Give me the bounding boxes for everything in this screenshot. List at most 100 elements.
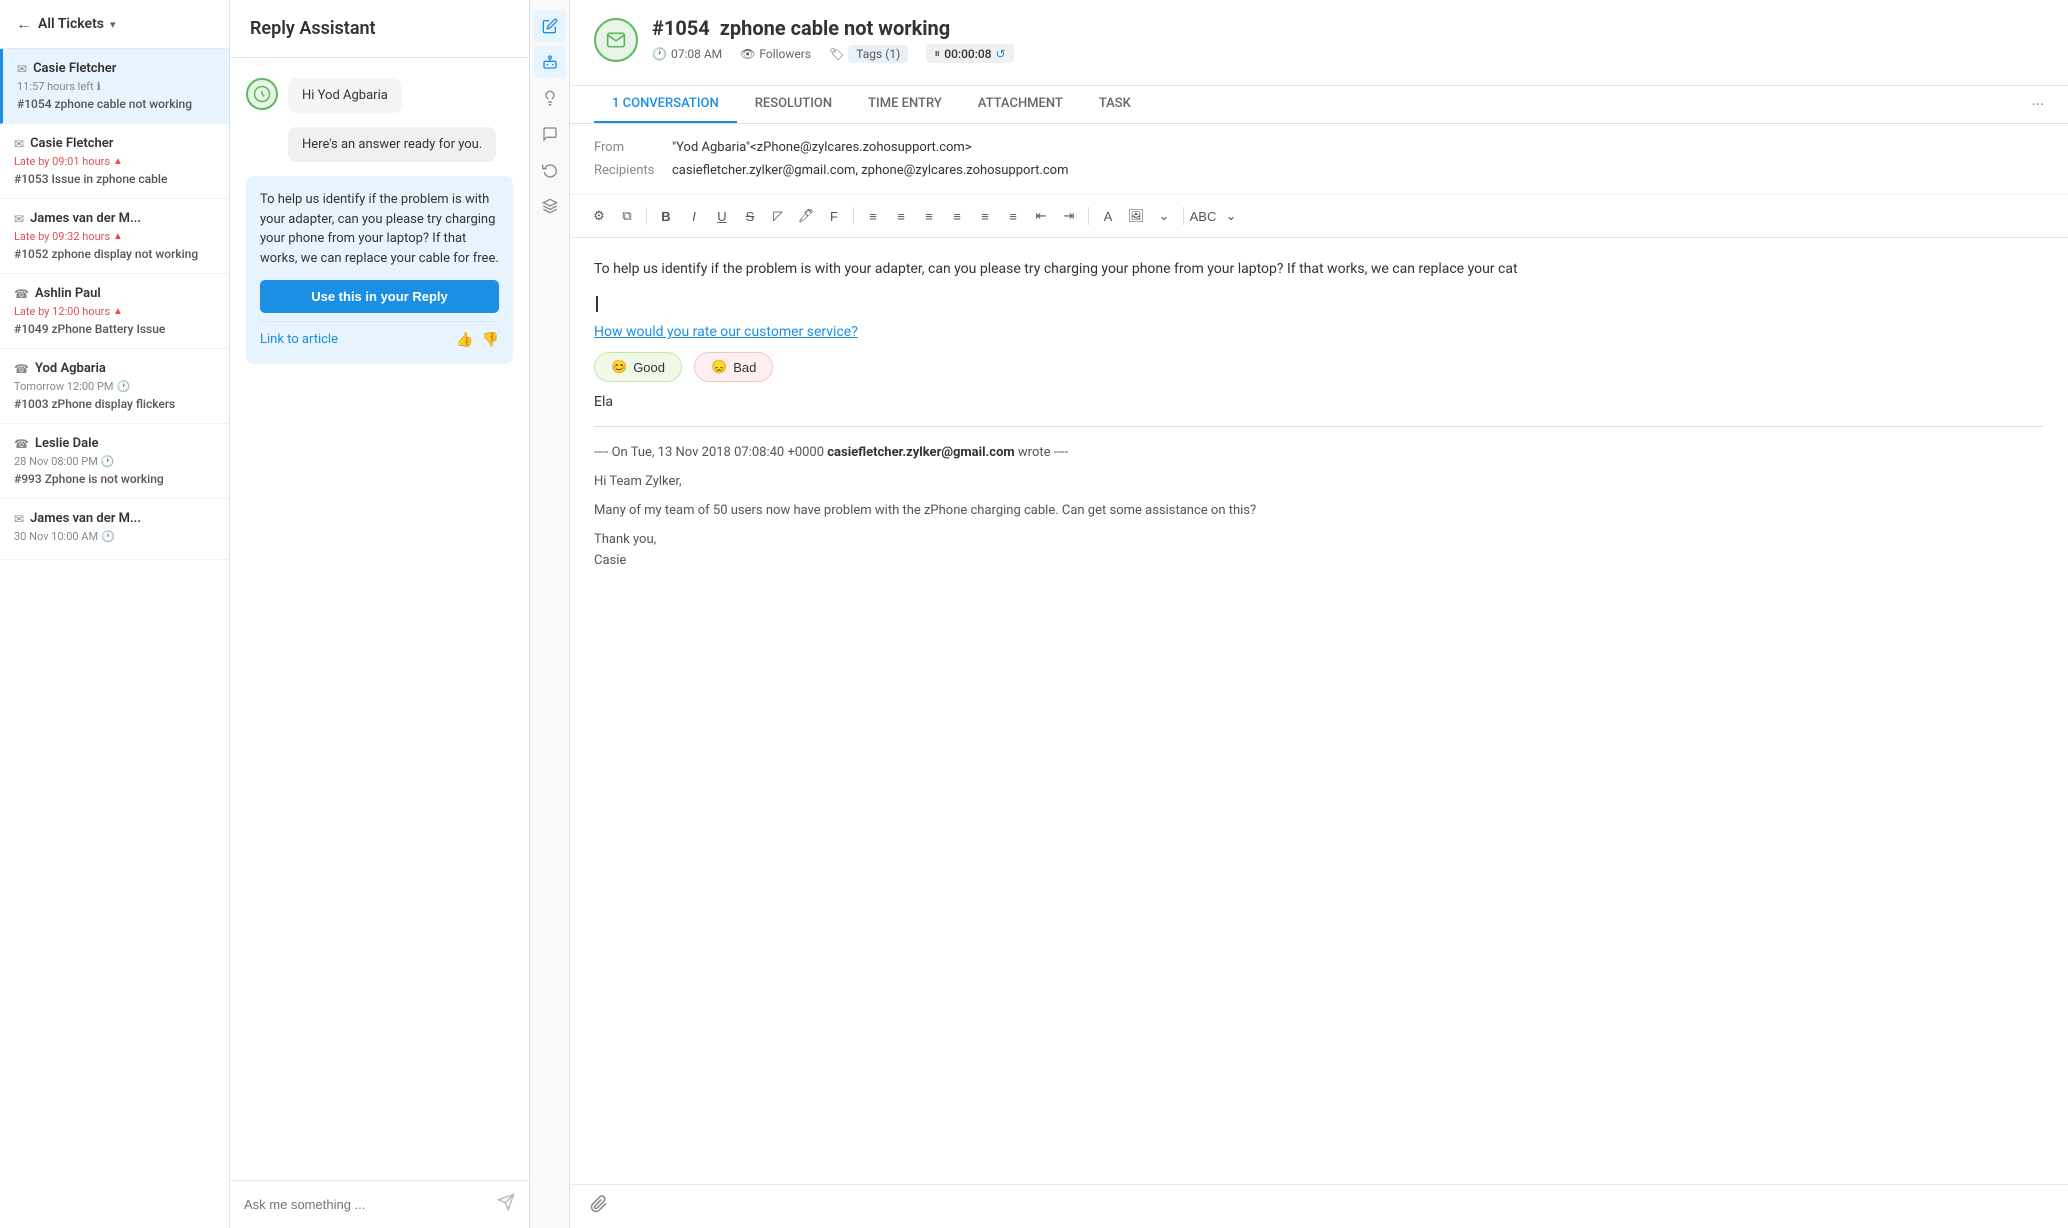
- history-icon-button[interactable]: [534, 154, 566, 186]
- toolbar-align-center-button[interactable]: ≡: [888, 203, 914, 229]
- lightbulb-icon-button[interactable]: [534, 82, 566, 114]
- ticket-subject: #1052 zphone display not working: [14, 247, 215, 261]
- tab-time-entry[interactable]: TIME ENTRY: [850, 86, 960, 123]
- edit-icon-button[interactable]: [534, 10, 566, 42]
- toolbar-underline-button[interactable]: U: [709, 203, 735, 229]
- from-value: "Yod Agbaria"<zPhone@zylcares.zohosuppor…: [672, 140, 972, 155]
- ticket-time: Tomorrow 12:00 PM 🕐: [14, 380, 215, 393]
- tab-task[interactable]: TASK: [1081, 86, 1149, 123]
- ticket-meta-row: 🕐 07:08 AM 👁 Followers 🏷 Tags (1) ⏸ 00:0…: [652, 44, 2044, 63]
- ticket-item[interactable]: ✉ James van der M... 30 Nov 10:00 AM 🕐: [0, 499, 229, 560]
- toolbar-align-left-button[interactable]: ≡: [860, 203, 886, 229]
- thumbs-up-button[interactable]: 👍: [456, 331, 473, 348]
- satisfaction-link[interactable]: How would you rate our customer service?: [594, 324, 858, 340]
- ticket-header-top: #1054 zphone cable not working 🕐 07:08 A…: [594, 16, 2044, 63]
- toolbar-spellcheck-button[interactable]: ABC: [1190, 203, 1216, 229]
- followers-icon: 👁: [740, 47, 755, 61]
- good-button[interactable]: 😊 Good: [594, 352, 682, 382]
- toolbar-color-button[interactable]: 🖊: [793, 203, 819, 229]
- tab-attachment[interactable]: ATTACHMENT: [960, 86, 1081, 123]
- chat-icon-button[interactable]: [534, 118, 566, 150]
- ticket-item[interactable]: ☎ Leslie Dale 28 Nov 08:00 PM 🕐 #993 Zph…: [0, 424, 229, 499]
- assistant-input[interactable]: [244, 1197, 489, 1212]
- quoted-sender: casiefletcher.zylker@gmail.com: [827, 445, 1014, 460]
- ticket-detail: #1054 zphone cable not working 🕐 07:08 A…: [570, 0, 2068, 1228]
- ticket-contact: Yod Agbaria: [35, 361, 106, 376]
- ticket-subject: #1003 zPhone display flickers: [14, 397, 215, 411]
- reply-assistant-panel: Reply Assistant Hi Yod Agbaria Here's an…: [230, 0, 530, 1228]
- toolbar-align-justify-button[interactable]: ≡: [944, 203, 970, 229]
- ticket-title-section: #1054 zphone cable not working 🕐 07:08 A…: [652, 16, 2044, 63]
- ticket-subject: #1053 Issue in zphone cable: [14, 172, 215, 186]
- toolbar-outdent-button[interactable]: ⇤: [1028, 203, 1054, 229]
- ticket-subject: #993 Zphone is not working: [14, 472, 215, 486]
- email-compose-area[interactable]: To help us identify if the problem is wi…: [570, 238, 2068, 1184]
- recipients-label: Recipients: [594, 163, 664, 178]
- ticket-time: 30 Nov 10:00 AM 🕐: [14, 530, 215, 543]
- from-label: From: [594, 140, 664, 155]
- toolbar-settings-button[interactable]: ⚙: [586, 203, 612, 229]
- layers-icon-button[interactable]: [534, 190, 566, 222]
- toolbar-unordered-list-button[interactable]: ≡: [1000, 203, 1026, 229]
- link-article-link[interactable]: Link to article: [260, 330, 338, 350]
- editor-toolbar: ⚙ ⧉ B I U S ◸ 🖊 F ≡ ≡ ≡ ≡ ≡ ≡ ⇤ ⇥ A 🖼 ⌄ …: [570, 195, 2068, 238]
- quoted-divider: [594, 426, 2044, 427]
- info-icon: ℹ: [97, 80, 101, 93]
- use-reply-button[interactable]: Use this in your Reply: [260, 280, 499, 313]
- refresh-icon[interactable]: ↺: [996, 47, 1006, 61]
- sidebar-header: ← All Tickets ▾: [0, 0, 229, 49]
- clock-small-icon: 🕐: [652, 47, 667, 61]
- ready-message: Here's an answer ready for you.: [288, 127, 496, 162]
- quoted-body: Many of my team of 50 users now have pro…: [594, 501, 2044, 522]
- bad-button[interactable]: 😞 Bad: [694, 352, 773, 382]
- quoted-text: ---- On Tue, 13 Nov 2018 07:08:40 +0000 …: [594, 443, 2044, 571]
- thumbs-down-button[interactable]: 👎: [482, 331, 499, 348]
- ticket-subject: #1049 zPhone Battery Issue: [14, 322, 215, 336]
- pause-icon[interactable]: ⏸: [934, 46, 940, 61]
- toolbar-more-button[interactable]: ⌄: [1151, 203, 1177, 229]
- ticket-list: ✉ Casie Fletcher 11:57 hours left ℹ #105…: [0, 49, 229, 1228]
- bad-label: Bad: [733, 360, 756, 375]
- ticket-item[interactable]: ✉ Casie Fletcher 11:57 hours left ℹ #105…: [0, 49, 229, 124]
- ticket-contact: Casie Fletcher: [30, 136, 113, 151]
- recipients-row: Recipients casiefletcher.zylker@gmail.co…: [594, 159, 2044, 182]
- send-button[interactable]: [497, 1193, 515, 1216]
- followers-meta[interactable]: 👁 Followers: [740, 47, 811, 61]
- reply-assistant-header: Reply Assistant: [230, 0, 529, 58]
- back-arrow-icon[interactable]: ←: [16, 14, 32, 34]
- ticket-id: #1054: [652, 16, 710, 40]
- ticket-item[interactable]: ✉ Casie Fletcher Late by 09:01 hours ▲ #…: [0, 124, 229, 199]
- ticket-item[interactable]: ✉ James van der M... Late by 09:32 hours…: [0, 199, 229, 274]
- toolbar-font-button[interactable]: F: [821, 203, 847, 229]
- good-label: Good: [633, 360, 665, 375]
- toolbar-strikethrough-button[interactable]: S: [737, 203, 763, 229]
- timer-value: 00:00:08: [944, 47, 991, 61]
- tab-conversation[interactable]: 1 CONVERSATION: [594, 86, 737, 123]
- dropdown-arrow-icon[interactable]: ▾: [110, 18, 116, 31]
- toolbar-indent-button[interactable]: ⇥: [1056, 203, 1082, 229]
- toolbar-italic-button[interactable]: I: [681, 203, 707, 229]
- robot-icon-button[interactable]: [534, 46, 566, 78]
- toolbar-font-color-button[interactable]: A: [1095, 203, 1121, 229]
- toolbar-image-button[interactable]: 🖼: [1123, 203, 1149, 229]
- tab-more-button[interactable]: ···: [2031, 95, 2044, 114]
- attach-button[interactable]: [590, 1195, 608, 1218]
- toolbar-bold-button[interactable]: B: [653, 203, 679, 229]
- tags-meta[interactable]: 🏷 Tags (1): [829, 45, 908, 63]
- ticket-item[interactable]: ☎ Yod Agbaria Tomorrow 12:00 PM 🕐 #1003 …: [0, 349, 229, 424]
- toolbar-highlight-button[interactable]: ◸: [765, 203, 791, 229]
- tag-icon: 🏷: [829, 47, 844, 61]
- ticket-time-value: 07:08 AM: [671, 47, 722, 61]
- from-row: From "Yod Agbaria"<zPhone@zylcares.zohos…: [594, 136, 2044, 159]
- tab-resolution[interactable]: RESOLUTION: [737, 86, 850, 123]
- quoted-greeting: Hi Team Zylker,: [594, 472, 2044, 493]
- toolbar-spellcheck-dropdown-button[interactable]: ⌄: [1218, 203, 1244, 229]
- assistant-chat: Hi Yod Agbaria Here's an answer ready fo…: [230, 58, 529, 1180]
- toolbar-copy-button[interactable]: ⧉: [614, 203, 640, 229]
- toolbar-ordered-list-button[interactable]: ≡: [972, 203, 998, 229]
- toolbar-align-right-button[interactable]: ≡: [916, 203, 942, 229]
- clock-icon: 🕐: [101, 455, 115, 468]
- bad-emoji-icon: 😞: [711, 359, 727, 375]
- cursor-line[interactable]: [594, 296, 2044, 312]
- ticket-item[interactable]: ☎ Ashlin Paul Late by 12:00 hours ▲ #104…: [0, 274, 229, 349]
